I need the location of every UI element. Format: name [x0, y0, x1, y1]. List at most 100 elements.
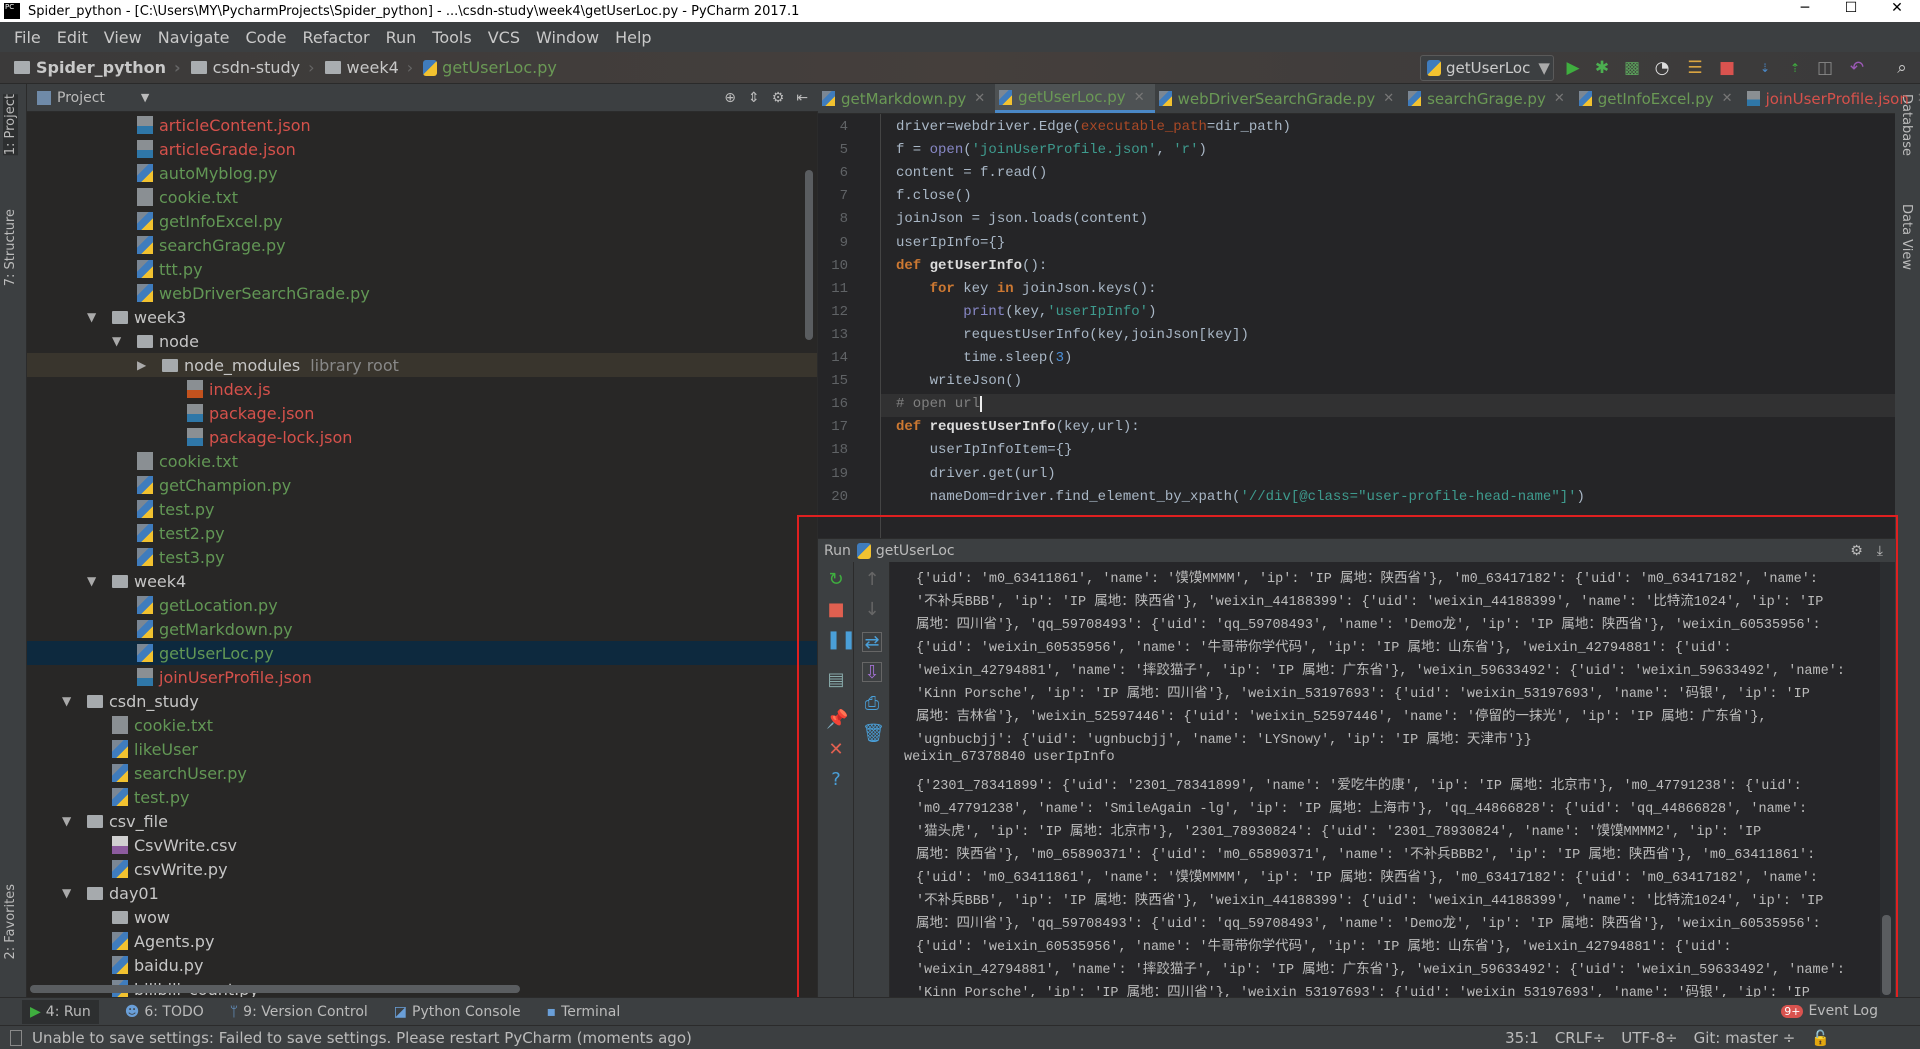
tree-item[interactable]: csvWrite.py	[27, 857, 817, 881]
collapse-icon[interactable]: ⇕	[748, 90, 760, 106]
tree-item[interactable]: ▼ csdn_study	[27, 689, 817, 713]
menu-vcs[interactable]: VCS	[480, 28, 528, 47]
pause-icon[interactable]: ❚❚	[826, 630, 856, 650]
close-tab-icon[interactable]: ✕	[1554, 91, 1565, 106]
status-message[interactable]: Unable to save settings: Failed to save …	[32, 1029, 692, 1047]
tree-item[interactable]: searchUser.py	[27, 761, 817, 785]
close-icon[interactable]: ✕	[826, 740, 846, 760]
tree-item[interactable]: webDriverSearchGrade.py	[27, 281, 817, 305]
expand-arrow-icon[interactable]: ▼	[62, 814, 87, 828]
tab-getuserloc-py[interactable]: getUserLoc.py ✕	[995, 84, 1155, 113]
hide-panel-icon[interactable]: ⇤	[796, 90, 808, 106]
tree-item[interactable]: ttt.py	[27, 257, 817, 281]
dataview-tool-tab[interactable]: Data View	[1899, 204, 1914, 270]
help-icon[interactable]: ?	[826, 770, 846, 790]
project-scrollbar[interactable]	[805, 170, 813, 340]
run-configuration-select[interactable]: getUserLoc ▼	[1420, 55, 1554, 81]
breadcrumb-project[interactable]: Spider_python ›	[14, 58, 181, 77]
line-separator[interactable]: CRLF÷	[1555, 1029, 1605, 1047]
code-editor[interactable]: 4 driver=webdriver.Edge(executable_path=d…	[818, 114, 1895, 539]
lock-icon[interactable]: 🔓	[1811, 1029, 1830, 1047]
search-icon[interactable]: ⌕	[1892, 58, 1912, 78]
tree-item[interactable]: test2.py	[27, 521, 817, 545]
gear-icon[interactable]: ⚙	[1850, 543, 1863, 559]
close-button[interactable]: ✕	[1874, 0, 1920, 16]
tree-item[interactable]: likeUser	[27, 737, 817, 761]
vcs-update-icon[interactable]: ⇣	[1755, 58, 1775, 78]
tool-tab-6-todo[interactable]: ☻ 6: TODO	[125, 1004, 204, 1020]
maximize-button[interactable]: ☐	[1828, 0, 1874, 16]
run-console-output[interactable]: {'uid': 'm0_63411861', 'name': '馍馍MMMM',…	[890, 562, 1880, 997]
concurrency-icon[interactable]: ☰	[1685, 58, 1705, 78]
chevron-down-icon[interactable]: ▼	[141, 91, 149, 104]
tree-item[interactable]: getInfoExcel.py	[27, 209, 817, 233]
git-branch[interactable]: Git: master ÷	[1694, 1029, 1796, 1047]
file-encoding[interactable]: UTF-8÷	[1621, 1029, 1677, 1047]
tab-joinuserprofile-json[interactable]: joinUserProfile.json✕	[1743, 84, 1920, 113]
tree-item[interactable]: articleContent.json	[27, 113, 817, 137]
tree-item[interactable]: test.py	[27, 785, 817, 809]
soft-wrap-icon[interactable]: ⇄	[862, 632, 882, 653]
tree-item[interactable]: CsvWrite.csv	[27, 833, 817, 857]
tree-item[interactable]: test3.py	[27, 545, 817, 569]
arrow-up-icon[interactable]: ↑	[862, 570, 882, 590]
tree-item[interactable]: index.js	[27, 377, 817, 401]
project-tool-tab[interactable]: 1: Project	[3, 94, 18, 156]
menu-run[interactable]: Run	[378, 28, 425, 47]
pin-icon[interactable]: 📌	[826, 710, 848, 730]
collapse-arrow-icon[interactable]: ▶	[137, 358, 162, 372]
tree-item[interactable]: package-lock.json	[27, 425, 817, 449]
tree-item[interactable]: searchGrage.py	[27, 233, 817, 257]
gear-icon[interactable]: ⚙	[772, 90, 785, 106]
tool-tab-python-console[interactable]: ◪ Python Console	[394, 1004, 521, 1020]
rerun-icon[interactable]: ↻	[826, 570, 846, 590]
tree-item[interactable]: articleGrade.json	[27, 137, 817, 161]
tab-webdriversearchgrade-py[interactable]: webDriverSearchGrade.py ✕	[1155, 84, 1405, 113]
tree-item[interactable]: cookie.txt	[27, 449, 817, 473]
coverage-icon[interactable]: ▩	[1622, 58, 1642, 78]
breadcrumb-csdn-study[interactable]: csdn-study ›	[190, 58, 315, 77]
tree-item[interactable]: cookie.txt	[27, 713, 817, 737]
tree-item[interactable]: getUserLoc.py	[27, 641, 817, 665]
breadcrumb-file[interactable]: getUserLoc.py	[423, 58, 557, 77]
structure-tool-tab[interactable]: 7: Structure	[3, 209, 18, 286]
menu-help[interactable]: Help	[607, 28, 659, 47]
close-tab-icon[interactable]: ✕	[974, 91, 985, 106]
layout-icon[interactable]: ▤	[826, 670, 846, 690]
expand-arrow-icon[interactable]: ▼	[87, 310, 112, 324]
tree-item[interactable]: ▼ csv_file	[27, 809, 817, 833]
tree-item[interactable]: joinUserProfile.json	[27, 665, 817, 689]
project-panel-title[interactable]: Project	[57, 90, 105, 106]
tree-item[interactable]: ▼ node	[27, 329, 817, 353]
minimize-button[interactable]: ─	[1782, 0, 1828, 16]
expand-arrow-icon[interactable]: ▼	[112, 334, 137, 348]
debug-icon[interactable]: ✱	[1592, 58, 1612, 78]
run-icon[interactable]: ▶	[1563, 58, 1583, 78]
scroll-to-end-icon[interactable]: ⇩	[862, 662, 882, 683]
tree-item[interactable]: baidu.py	[27, 953, 817, 977]
tree-item[interactable]: getMarkdown.py	[27, 617, 817, 641]
favorites-tool-tab[interactable]: 2: Favorites	[3, 884, 18, 960]
tab-getinfoexcel-py[interactable]: getInfoExcel.py ✕	[1575, 84, 1743, 113]
menu-tools[interactable]: Tools	[424, 28, 479, 47]
tree-item[interactable]: test.py	[27, 497, 817, 521]
tree-item[interactable]: ▼ week4	[27, 569, 817, 593]
menu-edit[interactable]: Edit	[49, 28, 96, 47]
tree-item[interactable]: autoMyblog.py	[27, 161, 817, 185]
tool-tab-terminal[interactable]: ▪ Terminal	[547, 1004, 621, 1020]
tree-item[interactable]: package.json	[27, 401, 817, 425]
menu-refactor[interactable]: Refactor	[294, 28, 377, 47]
menu-navigate[interactable]: Navigate	[150, 28, 238, 47]
tab-getmarkdown-py[interactable]: getMarkdown.py ✕	[818, 84, 995, 113]
arrow-down-icon[interactable]: ↓	[862, 600, 882, 620]
expand-arrow-icon[interactable]: ▼	[62, 694, 87, 708]
stop-icon[interactable]: ■	[1717, 58, 1737, 78]
expand-arrow-icon[interactable]: ▼	[62, 886, 87, 900]
revert-icon[interactable]: ↶	[1847, 58, 1867, 78]
trash-icon[interactable]: 🗑	[862, 724, 885, 744]
tool-tab-9-version-control[interactable]: ᛘ 9: Version Control	[230, 1004, 368, 1020]
hide-icon[interactable]: ⤓	[1877, 543, 1883, 559]
vcs-commit-icon[interactable]: ⇡	[1785, 58, 1805, 78]
tree-item[interactable]: wow	[27, 905, 817, 929]
tree-item[interactable]: ▶ node_modules library root	[27, 353, 817, 377]
